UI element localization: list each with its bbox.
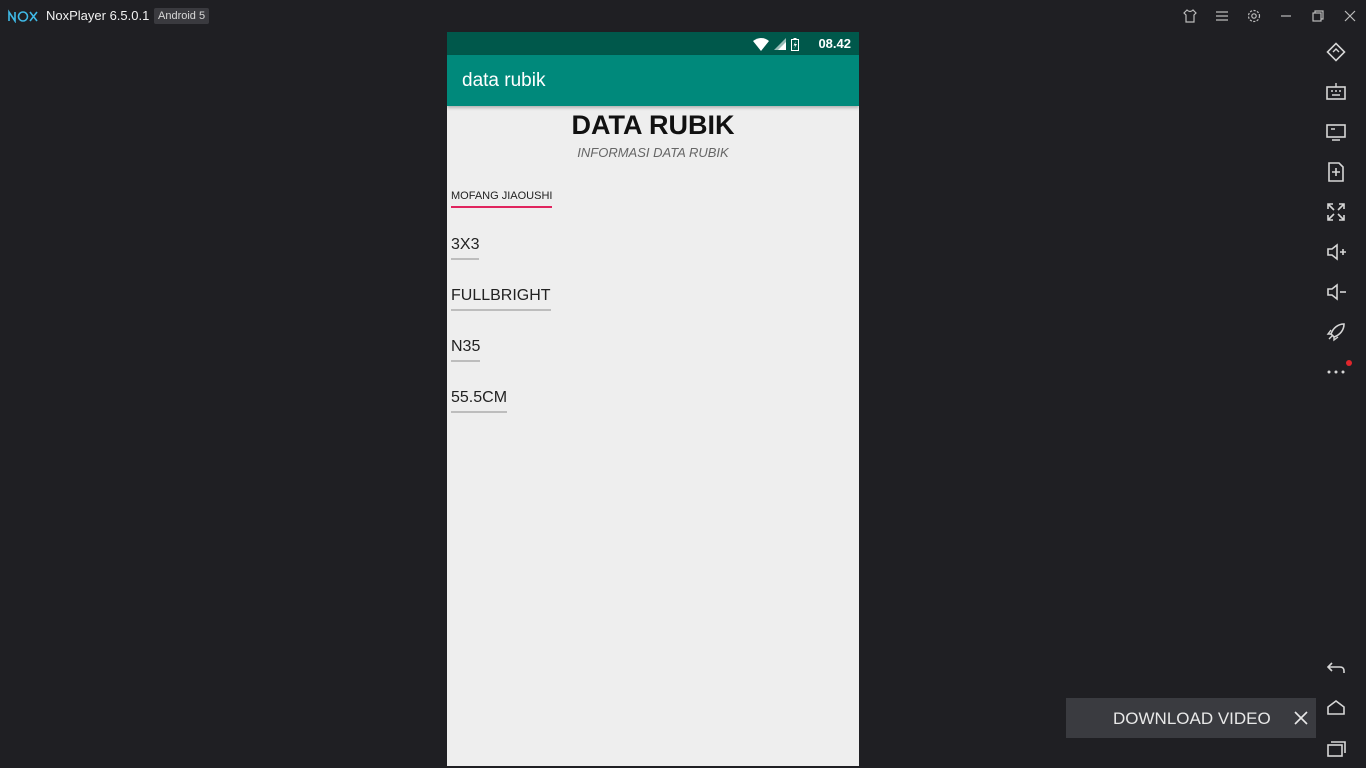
restore-icon[interactable] <box>1310 8 1326 24</box>
wifi-icon <box>753 37 769 51</box>
download-video-button[interactable]: DOWNLOAD VIDEO <box>1113 709 1271 729</box>
size-field[interactable]: 55.5CM <box>451 389 508 413</box>
apk-install-icon[interactable] <box>1324 160 1348 184</box>
android-screen: 08.42 data rubik DATA RUBIK INFORMASI DA… <box>447 32 859 766</box>
close-icon[interactable] <box>1293 710 1309 726</box>
clock: 08.42 <box>818 36 851 51</box>
shirt-icon[interactable] <box>1182 8 1198 24</box>
title-bar: NoxPlayer 6.5.0.1 Android 5 <box>0 0 1366 32</box>
model-field[interactable]: N35 <box>451 338 481 362</box>
volume-up-icon[interactable] <box>1324 240 1348 264</box>
app-title: NoxPlayer 6.5.0.1 <box>46 8 150 23</box>
android-version-badge: Android 5 <box>154 8 210 24</box>
screen-content: DATA RUBIK INFORMASI DATA RUBIK MOFANG J… <box>447 106 859 766</box>
signal-icon <box>774 38 786 50</box>
brand-field[interactable]: MOFANG JIAOUSHI <box>451 190 553 208</box>
home-icon[interactable] <box>1324 696 1348 720</box>
status-bar: 08.42 <box>447 32 859 55</box>
type-field[interactable]: 3X3 <box>451 236 480 260</box>
notification-dot <box>1346 360 1352 366</box>
download-video-popup: DOWNLOAD VIDEO <box>1066 698 1316 738</box>
close-icon[interactable] <box>1342 8 1358 24</box>
page-title: DATA RUBIK <box>571 110 735 140</box>
recents-icon[interactable] <box>1324 736 1348 760</box>
app-bar: data rubik <box>447 55 859 106</box>
menu-icon[interactable] <box>1214 8 1230 24</box>
screen-icon[interactable] <box>1324 120 1348 144</box>
nox-logo <box>8 9 38 23</box>
volume-down-icon[interactable] <box>1324 280 1348 304</box>
keyboard-icon[interactable] <box>1324 80 1348 104</box>
app-bar-title: data rubik <box>462 70 546 91</box>
more-icon[interactable] <box>1324 360 1348 384</box>
fullscreen-icon[interactable] <box>1324 200 1348 224</box>
minimize-icon[interactable] <box>1278 8 1294 24</box>
battery-charging-icon <box>791 37 799 51</box>
rotate-icon[interactable] <box>1324 40 1348 64</box>
gear-icon[interactable] <box>1246 8 1262 24</box>
page-subtitle: INFORMASI DATA RUBIK <box>577 145 729 160</box>
rocket-icon[interactable] <box>1324 320 1348 344</box>
back-icon[interactable] <box>1324 656 1348 680</box>
variant-field[interactable]: FULLBRIGHT <box>451 287 551 311</box>
